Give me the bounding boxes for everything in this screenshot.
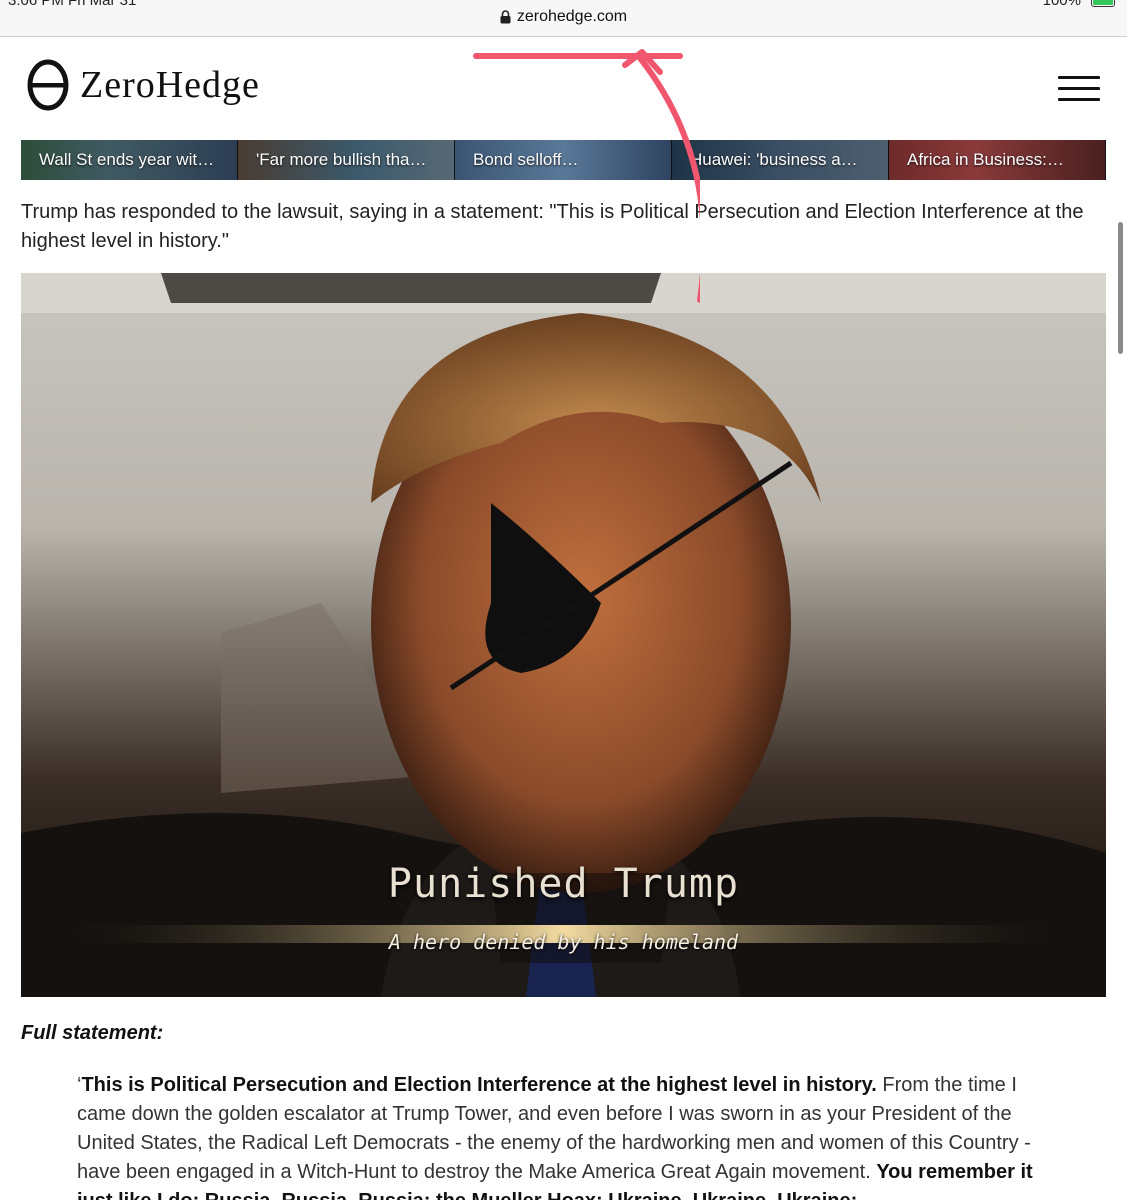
url-field[interactable]: zerohedge.com	[0, 8, 1127, 26]
ticker-item[interactable]: Bond selloff…	[455, 140, 672, 180]
ticker-item-label: 'Far more bullish tha…	[256, 150, 427, 169]
page: 3:06 PM Fri Mar 31 100% zerohedge.com Ze…	[0, 0, 1127, 1200]
statement-quote: ‘This is Political Persecution and Elect…	[77, 1071, 1067, 1200]
lock-icon	[500, 10, 511, 24]
news-ticker: Wall St ends year wit… 'Far more bullish…	[21, 140, 1106, 180]
ticker-item-label: Bond selloff…	[473, 150, 579, 169]
battery-icon	[1091, 0, 1115, 7]
ticker-item-label: Wall St ends year wit…	[39, 150, 215, 169]
logo-text: ZeroHedge	[80, 64, 260, 106]
site-header: ZeroHedge	[0, 36, 1127, 140]
hamburger-menu-icon[interactable]	[1058, 76, 1100, 104]
ticker-item-label: Africa in Business:…	[907, 150, 1064, 169]
statement-heading: Full statement:	[21, 1022, 164, 1044]
article-image: Punished Trump A hero denied by his home…	[21, 273, 1106, 997]
site-logo[interactable]: ZeroHedge	[26, 58, 260, 112]
browser-address-bar: 3:06 PM Fri Mar 31 100% zerohedge.com	[0, 0, 1127, 37]
scrollbar-thumb[interactable]	[1118, 222, 1123, 354]
url-text: zerohedge.com	[516, 8, 628, 25]
ticker-item[interactable]: 'Far more bullish tha…	[238, 140, 455, 180]
ticker-item[interactable]: Africa in Business:…	[889, 140, 1106, 180]
quote-bold-lead: This is Political Persecution and Electi…	[81, 1074, 877, 1096]
article-intro: Trump has responded to the lawsuit, sayi…	[21, 201, 1084, 252]
ticker-item[interactable]: Huawei: 'business a…	[672, 140, 889, 180]
image-caption-title: Punished Trump	[387, 861, 740, 907]
zerohedge-logo-icon	[26, 58, 70, 112]
image-caption-subtitle: A hero denied by his homeland	[388, 930, 739, 954]
ticker-item[interactable]: Wall St ends year wit…	[21, 140, 238, 180]
ticker-item-label: Huawei: 'business a…	[690, 150, 858, 169]
